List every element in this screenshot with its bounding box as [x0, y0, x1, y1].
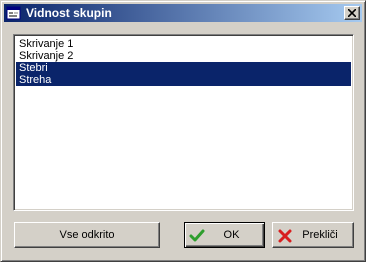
list-item[interactable]: Skrivanje 1 — [16, 38, 351, 50]
app-window-icon — [6, 5, 22, 21]
group-listbox[interactable]: Skrivanje 1 Skrivanje 2 Stebri Streha — [13, 34, 354, 211]
show-all-button[interactable]: Vse odkrito — [14, 222, 160, 248]
visibility-dialog: Vidnost skupin Skrivanje 1 Skrivanje 2 S… — [0, 0, 366, 262]
cross-icon — [277, 228, 293, 244]
title-bar[interactable]: Vidnost skupin — [4, 4, 362, 22]
list-item[interactable]: Skrivanje 2 — [16, 50, 351, 62]
cancel-button[interactable]: Prekliči — [272, 222, 354, 248]
window-title: Vidnost skupin — [26, 6, 112, 20]
show-all-label: Vse odkrito — [59, 229, 115, 241]
ok-label: OK — [223, 229, 240, 241]
close-button[interactable] — [344, 6, 360, 20]
cancel-label: Prekliči — [302, 229, 338, 241]
checkmark-icon — [189, 228, 205, 244]
close-icon — [348, 9, 356, 17]
list-item[interactable]: Streha — [16, 74, 351, 86]
ok-button[interactable]: OK — [184, 222, 265, 248]
list-item[interactable]: Stebri — [16, 62, 351, 74]
